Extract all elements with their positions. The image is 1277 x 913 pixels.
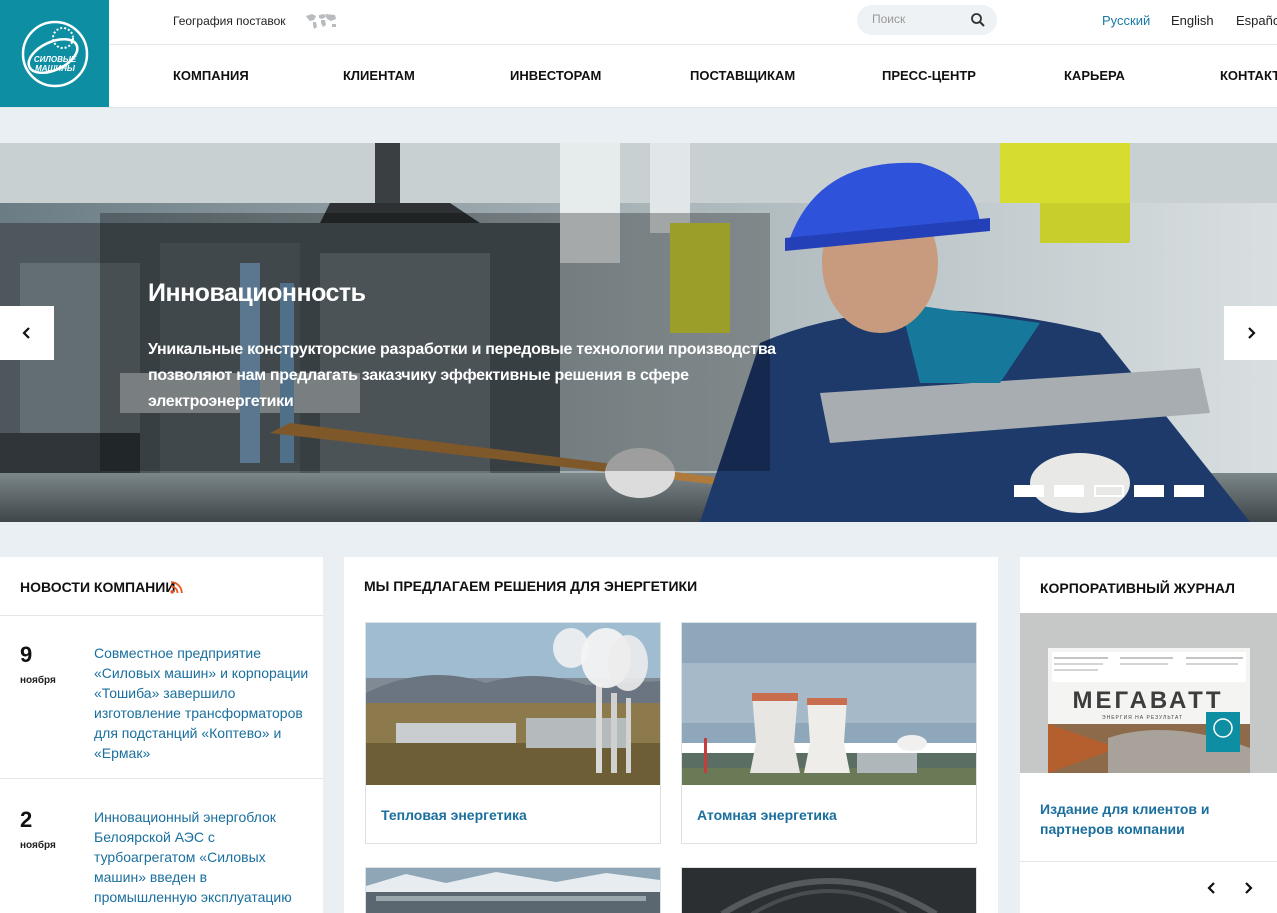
hero-description-line2: позволяют нам предлагать заказчику эффек… (148, 367, 689, 410)
nav-contacts[interactable]: КОНТАКТЫ (1220, 68, 1277, 83)
news-item: 9 ноября Совместное предприятие «Силовых… (0, 616, 323, 779)
svg-text:СИЛОВЫЕ: СИЛОВЫЕ (33, 55, 76, 64)
chevron-left-icon (1207, 882, 1215, 894)
news-day: 2 (20, 807, 33, 832)
hero-description-line1: Уникальные конструкторские разработки и … (148, 341, 776, 358)
chevron-right-icon (1248, 327, 1256, 339)
slider-dot[interactable] (1014, 485, 1044, 497)
hero-title: Инновационность (148, 279, 366, 307)
nav-company[interactable]: КОМПАНИЯ (173, 68, 249, 83)
chevron-right-icon (1245, 882, 1253, 894)
slider-dot[interactable] (1174, 485, 1204, 497)
slider-pagination (1014, 485, 1204, 497)
journal-cover-image[interactable]: МЕГАВАТТ ЭНЕРГИЯ НА РЕЗУЛЬТАТ (1048, 648, 1250, 773)
solution-tile-thermal[interactable]: Тепловая энергетика (365, 622, 661, 844)
nav-investors[interactable]: ИНВЕСТОРАМ (510, 68, 601, 83)
hero-slider: Инновационность Уникальные конструкторск… (0, 143, 1277, 522)
site-header: СИЛОВЫЕ МАШИНЫ География поставок Русски… (0, 0, 1277, 108)
journal-prev-button[interactable] (1202, 878, 1222, 898)
slider-dot[interactable] (1054, 485, 1084, 497)
nuclear-plant-image (682, 623, 976, 785)
solution-tile-equipment[interactable] (681, 867, 977, 913)
hero-description: Уникальные конструкторские разработки и … (148, 337, 808, 415)
nav-press-center[interactable]: ПРЕСС-ЦЕНТР (882, 68, 976, 83)
search-icon[interactable] (969, 11, 987, 29)
news-item: 2 ноября Инновационный энергоблок Белояр… (0, 779, 323, 913)
slider-dot[interactable] (1134, 485, 1164, 497)
top-bar: География поставок Русский English Españ… (109, 0, 1277, 45)
hydro-plant-image (366, 868, 660, 913)
journal-panel-title: КОРПОРАТИВНЫЙ ЖУРНАЛ (1040, 580, 1236, 596)
nav-suppliers[interactable]: ПОСТАВЩИКАМ (690, 68, 795, 83)
solutions-panel: МЫ ПРЕДЛАГАЕМ РЕШЕНИЯ ДЛЯ ЭНЕРГЕТИКИ Теп… (344, 557, 998, 913)
news-panel-title: НОВОСТИ КОМПАНИИ (20, 579, 176, 595)
rss-icon[interactable] (170, 581, 183, 594)
geography-label: География поставок (173, 14, 286, 28)
main-nav: КОМПАНИЯ КЛИЕНТАМ ИНВЕСТОРАМ ПОСТАВЩИКАМ… (109, 46, 1277, 107)
thermal-plant-image (366, 623, 660, 785)
nav-clients[interactable]: КЛИЕНТАМ (343, 68, 415, 83)
journal-link[interactable]: Издание для клиентов и партнеров компани… (1040, 799, 1260, 839)
logo-mark: СИЛОВЫЕ МАШИНЫ (21, 20, 88, 87)
news-month: ноября (20, 840, 56, 851)
journal-cover-subtitle: ЭНЕРГИЯ НА РЕЗУЛЬТАТ (1102, 715, 1183, 721)
world-map-icon (305, 14, 336, 29)
slider-next-button[interactable] (1224, 306, 1277, 360)
news-month: ноября (20, 675, 56, 686)
solution-tile-hydro[interactable] (365, 867, 661, 913)
slider-prev-button[interactable] (0, 306, 54, 360)
news-panel: НОВОСТИ КОМПАНИИ 9 ноября Совместное пре… (0, 557, 323, 913)
chevron-left-icon (22, 327, 30, 339)
news-link[interactable]: Инновационный энергоблок Белоярской АЭС … (94, 807, 309, 907)
journal-next-button[interactable] (1238, 878, 1258, 898)
nav-career[interactable]: КАРЬЕРА (1064, 68, 1125, 83)
news-day: 9 (20, 642, 33, 667)
lang-spanish[interactable]: Español (1236, 13, 1277, 28)
news-link[interactable]: Совместное предприятие «Силовых машин» и… (94, 643, 309, 763)
lang-russian[interactable]: Русский (1102, 13, 1150, 28)
svg-text:МАШИНЫ: МАШИНЫ (35, 64, 76, 73)
search-box (857, 5, 997, 35)
geography-link[interactable]: География поставок (173, 12, 338, 30)
slider-dot-active[interactable] (1094, 485, 1124, 497)
solution-tile-nuclear[interactable]: Атомная энергетика (681, 622, 977, 844)
turbine-image (682, 868, 976, 913)
journal-cover-title: МЕГАВАТТ (1072, 687, 1223, 714)
lang-english[interactable]: English (1171, 13, 1214, 28)
company-logo[interactable]: СИЛОВЫЕ МАШИНЫ (0, 0, 109, 107)
search-input[interactable] (872, 12, 962, 26)
solution-tile-label: Атомная энергетика (697, 807, 837, 823)
solution-tile-label: Тепловая энергетика (381, 807, 527, 823)
solutions-panel-title: МЫ ПРЕДЛАГАЕМ РЕШЕНИЯ ДЛЯ ЭНЕРГЕТИКИ (364, 578, 698, 594)
